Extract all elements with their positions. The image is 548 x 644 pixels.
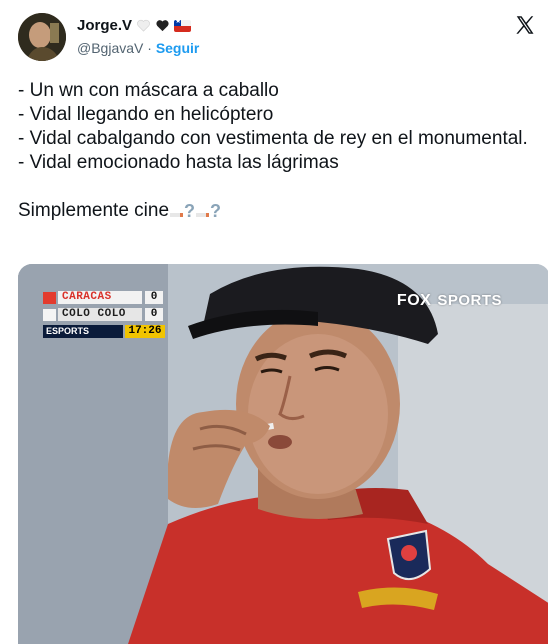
tweet-closing-text: Simplemente cine — [18, 200, 170, 221]
white-heart-icon — [136, 18, 151, 33]
tweet-line: - Vidal cabalgando con vestimenta de rey… — [18, 128, 528, 149]
watermark-fox: FOX — [396, 292, 432, 309]
team1-name: CARACAS — [58, 291, 142, 304]
scoreboard-network: ESPORTS — [43, 325, 123, 338]
chile-flag-icon: ★ — [174, 20, 192, 32]
scoreboard-row-clock: ESPORTS 17:26 — [43, 324, 165, 339]
team1-color — [43, 291, 56, 304]
team1-score: 0 — [145, 291, 163, 304]
team2-color — [43, 308, 56, 321]
watermark-sports: SPORTS — [437, 292, 502, 309]
tweet-line: - Un wn con máscara a caballo — [18, 80, 279, 101]
black-heart-icon — [155, 18, 170, 33]
tweet-media[interactable]: CARACAS 0 COLO COLO 0 ESPORTS 17:26 FOX S… — [18, 264, 548, 644]
tweet-text: - Un wn con máscara a caballo - Vidal ll… — [18, 79, 528, 223]
fox-sports-watermark: FOX SPORTS — [397, 292, 502, 310]
tweet-line: - Vidal llegando en helicóptero — [18, 104, 274, 125]
avatar-image — [18, 13, 66, 61]
question-mark-icon: ? — [184, 201, 196, 221]
cigarette-icon — [196, 213, 210, 217]
match-clock: 17:26 — [125, 325, 165, 338]
tweet-card: Jorge.V ★ @BgjavaV · Seguir - Un wn con … — [0, 0, 548, 644]
team2-name: COLO COLO — [58, 308, 142, 321]
scoreboard: CARACAS 0 COLO COLO 0 ESPORTS 17:26 — [43, 290, 165, 341]
author-name-row[interactable]: Jorge.V ★ — [77, 17, 192, 34]
follow-button[interactable]: Seguir — [156, 40, 200, 56]
tweet-closing-line: Simplemente cine ? ? — [18, 199, 528, 223]
team2-score: 0 — [145, 308, 163, 321]
author-display-name[interactable]: Jorge.V — [77, 17, 132, 34]
handle-separator: · — [147, 40, 152, 56]
author-handle[interactable]: @BgjavaV — [77, 40, 143, 56]
question-mark-icon: ? — [210, 201, 222, 221]
tweet-line: - Vidal emocionado hasta las lágrimas — [18, 152, 339, 173]
avatar[interactable] — [18, 13, 66, 61]
emoji-sequence: ? ? — [170, 199, 221, 223]
scoreboard-row-team1: CARACAS 0 — [43, 290, 165, 305]
scoreboard-row-team2: COLO COLO 0 — [43, 307, 165, 322]
author-handle-row: @BgjavaV · Seguir — [77, 40, 199, 56]
cigarette-icon — [170, 213, 184, 217]
x-logo-icon[interactable] — [514, 14, 536, 36]
